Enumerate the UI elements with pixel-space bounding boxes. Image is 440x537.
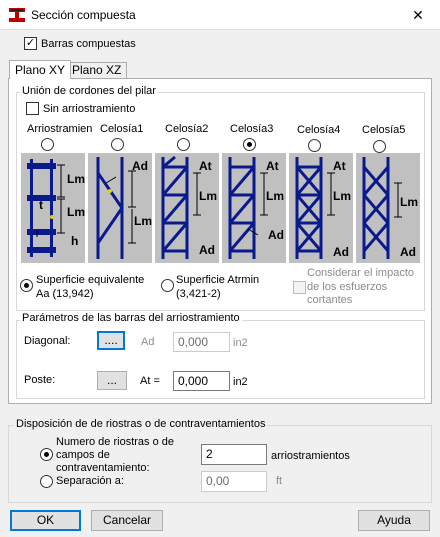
ad-label: Ad (333, 245, 349, 259)
lattice1-icon: Ad Lm (96, 157, 152, 259)
union-group-title: Unión de cordones del pilar (20, 85, 158, 97)
lm-label: Lm (266, 189, 284, 203)
separacion-label: Separación a: (56, 475, 124, 487)
close-icon[interactable]: ✕ (396, 0, 440, 30)
help-button[interactable]: Ayuda (358, 510, 430, 531)
sup-equivalente-value: Aa (13,942) (36, 288, 94, 300)
option-radio-celosia4[interactable] (308, 139, 321, 152)
considerar-checkbox[interactable] (293, 281, 306, 294)
numero-field[interactable]: 2 (201, 444, 267, 465)
option-radio-celosia1[interactable] (111, 138, 124, 151)
poste-at-label: At = (140, 375, 160, 387)
parametros-group-title: Parámetros de las barras del arriostrami… (20, 312, 242, 324)
diagram-celosia1[interactable]: Ad Lm (88, 153, 152, 263)
sin-arriostramiento-checkbox[interactable] (26, 102, 39, 115)
diagonal-unit: in2 (233, 337, 248, 349)
considerar-line2: de los esfuerzos (307, 281, 388, 293)
diagram-celosia3[interactable]: At Lm Ad (222, 153, 286, 263)
option-radio-arriostramiento[interactable] (41, 138, 54, 151)
separacion-radio[interactable] (40, 475, 53, 488)
barras-compuestas-label: Barras compuestas (41, 38, 136, 50)
option-radio-celosia3[interactable] (243, 138, 256, 151)
diagram-celosia2[interactable]: At Lm Ad (155, 153, 219, 263)
poste-at-field[interactable]: 0,000 (173, 371, 230, 391)
separacion-field[interactable]: 0,00 (201, 471, 267, 492)
option-radio-celosia2[interactable] (177, 138, 190, 151)
sup-atrmin-label: Superficie Atrmin (176, 274, 260, 286)
ad-label: Ad (199, 243, 215, 257)
barras-compuestas-checkbox[interactable]: ✓ (24, 37, 37, 50)
at-label: At (333, 159, 346, 173)
ad-label: Ad (268, 228, 284, 242)
tab-panel: Unión de cordones del pilar Sin arriostr… (8, 78, 432, 404)
lattice3-icon: At Lm Ad (228, 157, 284, 259)
numero-radio[interactable] (40, 448, 53, 461)
option-label-celosia3: Celosía3 (230, 123, 274, 135)
diagram-celosia4[interactable]: At Lm Ad (289, 153, 353, 263)
cancel-button[interactable]: Cancelar (91, 510, 163, 531)
title-bar: Sección compuesta ✕ (0, 0, 440, 30)
disposicion-group-title: Disposición de de riostras o de contrave… (14, 418, 268, 430)
numero-unit: arriostramientos (271, 450, 350, 462)
option-label-celosia4: Celosía4 (297, 124, 341, 136)
t-label: t (39, 198, 43, 212)
diagonal-browse-button[interactable]: .... (97, 331, 125, 350)
considerar-line3: cortantes (307, 294, 353, 306)
lattice5-icon: Lm Ad (362, 157, 418, 259)
option-radio-celosia5[interactable] (373, 140, 386, 153)
sin-arriostramiento-label: Sin arriostramiento (43, 103, 136, 115)
lm-label: Lm (134, 214, 152, 228)
at-label: At (199, 159, 212, 173)
app-icon (9, 8, 25, 22)
option-label-arriostramiento: Arriostramien (27, 123, 93, 135)
ok-button[interactable]: OK (10, 510, 81, 531)
lattice4-icon: At Lm Ad (295, 157, 351, 259)
numero-label-line2: campos de (56, 449, 110, 461)
ad-label: Ad (132, 159, 148, 173)
lm-label-2: Lm (67, 205, 85, 219)
diagonal-ad-field[interactable]: 0,000 (173, 332, 230, 352)
diagram-arriostramiento[interactable]: Lm Lm t h (21, 153, 85, 263)
lm-label: Lm (199, 189, 217, 203)
sup-atrmin-radio[interactable] (161, 279, 174, 292)
separacion-unit: ft (276, 475, 283, 487)
lattice2-icon: At Lm Ad (161, 155, 217, 259)
lm-label: Lm (333, 189, 351, 203)
tab-plano-xy[interactable]: Plano XY (9, 60, 72, 79)
battened-column-icon: Lm Lm t h (27, 159, 85, 257)
diagram-celosia5[interactable]: Lm Ad (356, 153, 420, 263)
h-label: h (71, 234, 78, 248)
considerar-line1: Considerar el impacto (307, 267, 414, 279)
lm-label: Lm (400, 195, 418, 209)
poste-unit: in2 (233, 376, 248, 388)
diagonal-label: Diagonal: (24, 335, 71, 347)
sup-equivalente-label: Superficie equivalente (36, 274, 145, 286)
poste-browse-button[interactable]: ... (97, 371, 127, 390)
option-label-celosia2: Celosía2 (165, 123, 209, 135)
poste-label: Poste: (24, 374, 56, 386)
sup-atrmin-value: (3,421-2) (176, 288, 221, 300)
tab-plano-xz[interactable]: Plano XZ (66, 62, 128, 78)
lm-label: Lm (67, 172, 85, 186)
option-label-celosia1: Celosía1 (100, 123, 144, 135)
numero-label-line1: Numero de riostras o de (56, 436, 174, 448)
option-label-celosia5: Celosía5 (362, 124, 406, 136)
diagonal-ad-label: Ad (141, 336, 155, 348)
window-title: Sección compuesta (31, 8, 136, 22)
at-label: At (266, 159, 279, 173)
ad-label: Ad (400, 245, 416, 259)
numero-label-line3: contraventamiento: (56, 462, 150, 474)
sup-equivalente-radio[interactable] (20, 279, 33, 292)
